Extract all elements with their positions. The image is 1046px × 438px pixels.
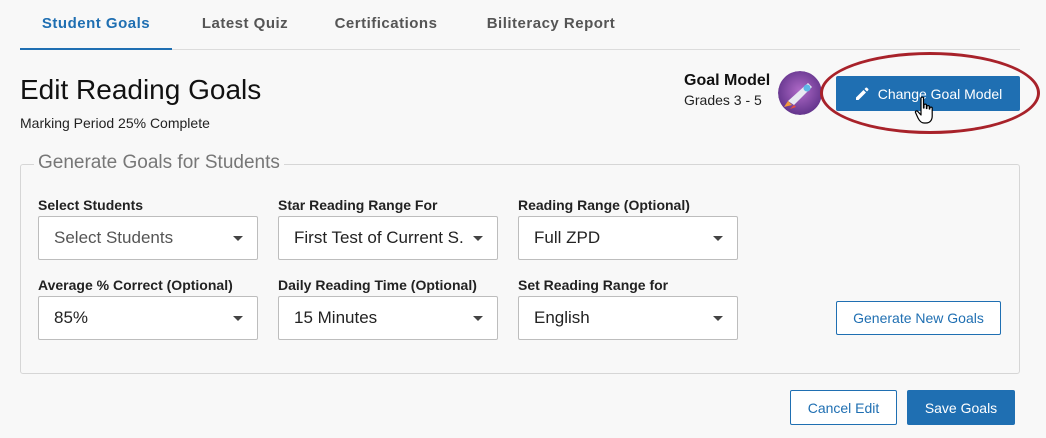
dropdown-caret-icon xyxy=(233,236,243,241)
dropdown-caret-icon xyxy=(713,236,723,241)
daily-reading-time-value: 15 Minutes xyxy=(294,308,378,327)
set-reading-range-value: English xyxy=(534,308,590,327)
tab-latest-quiz[interactable]: Latest Quiz xyxy=(180,0,310,50)
reading-range-value: Full ZPD xyxy=(534,228,601,247)
select-students-value: Select Students xyxy=(54,228,174,247)
star-reading-range-value: First Test of Current S... xyxy=(294,228,463,247)
generate-new-goals-button[interactable]: Generate New Goals xyxy=(836,301,1001,335)
change-goal-model-label: Change Goal Model xyxy=(877,85,1003,102)
select-students-label: Select Students xyxy=(38,197,144,213)
dropdown-caret-icon xyxy=(473,236,483,241)
average-correct-value: 85% xyxy=(54,308,89,327)
tab-bar: Student Goals Latest Quiz Certifications… xyxy=(20,0,1020,50)
dropdown-caret-icon xyxy=(473,316,483,321)
dropdown-caret-icon xyxy=(713,316,723,321)
daily-reading-time-label: Daily Reading Time (Optional) xyxy=(278,277,477,293)
reading-range-dropdown[interactable]: Full ZPD xyxy=(518,216,738,260)
cancel-edit-button[interactable]: Cancel Edit xyxy=(790,390,897,425)
goal-model-grades: Grades 3 - 5 xyxy=(684,92,762,108)
change-goal-model-button[interactable]: Change Goal Model xyxy=(836,76,1020,111)
goal-model-title: Goal Model xyxy=(684,72,771,89)
dropdown-caret-icon xyxy=(233,316,243,321)
reading-range-label: Reading Range (Optional) xyxy=(518,197,690,213)
select-students-dropdown[interactable]: Select Students xyxy=(38,216,258,260)
tab-biliteracy-report[interactable]: Biliteracy Report xyxy=(466,0,636,50)
star-reading-range-label: Star Reading Range For xyxy=(278,197,438,213)
tab-student-goals[interactable]: Student Goals xyxy=(20,0,172,50)
save-goals-button[interactable]: Save Goals xyxy=(907,390,1015,425)
pencil-icon xyxy=(854,86,870,102)
tab-certifications[interactable]: Certifications xyxy=(316,0,456,50)
daily-reading-time-dropdown[interactable]: 15 Minutes xyxy=(278,296,498,340)
page-title: Edit Reading Goals xyxy=(20,74,262,105)
set-reading-range-label: Set Reading Range for xyxy=(518,277,669,293)
goal-model-info: Goal Model Grades 3 - 5 xyxy=(684,72,770,108)
average-correct-dropdown[interactable]: 85% xyxy=(38,296,258,340)
set-reading-range-dropdown[interactable]: English xyxy=(518,296,738,340)
star-reading-range-dropdown[interactable]: First Test of Current S... xyxy=(278,216,498,260)
rocket-avatar-icon xyxy=(778,71,822,115)
generate-goals-legend: Generate Goals for Students xyxy=(34,152,284,174)
average-correct-label: Average % Correct (Optional) xyxy=(38,277,233,293)
generate-goals-panel xyxy=(20,164,1020,374)
marking-period-status: Marking Period 25% Complete xyxy=(20,115,210,131)
